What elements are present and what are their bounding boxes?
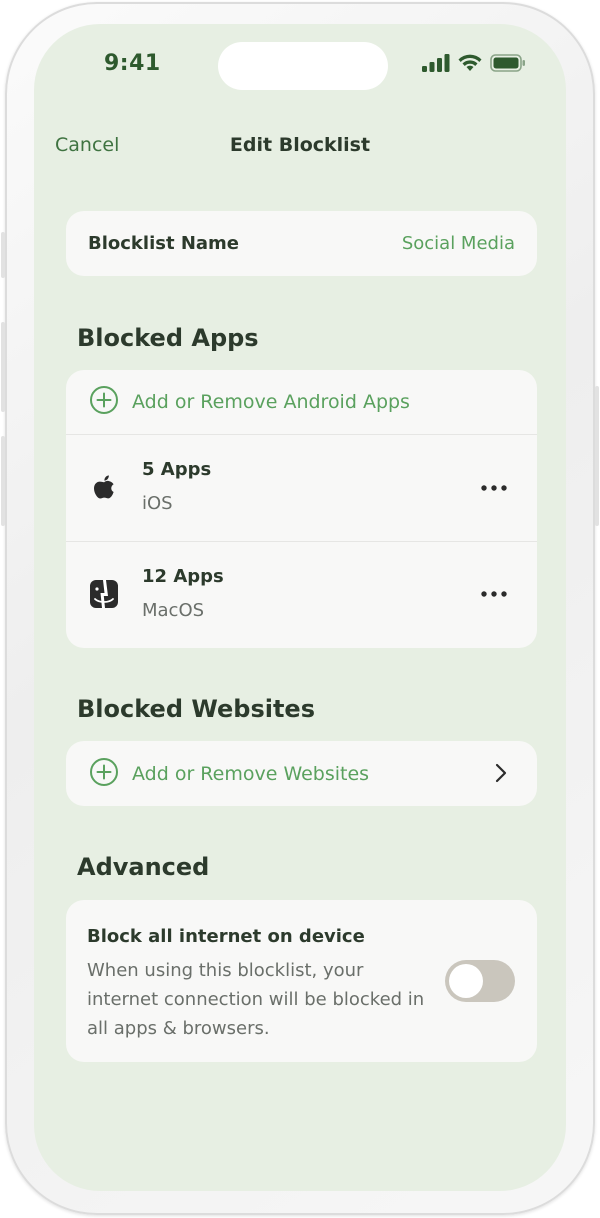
side-button xyxy=(1,232,5,278)
status-icons xyxy=(422,54,526,76)
volume-up-button xyxy=(1,322,5,412)
add-websites-label: Add or Remove Websites xyxy=(132,762,370,785)
blocked-websites-card: Add or Remove Websites xyxy=(66,741,537,806)
dynamic-island xyxy=(218,42,388,90)
add-circle-icon xyxy=(89,385,119,419)
add-websites-button[interactable]: Add or Remove Websites xyxy=(66,741,537,806)
add-circle-icon xyxy=(89,757,119,791)
app-screen: 9:41 Edit Blocklist Cancel Blocklist Nam… xyxy=(34,24,566,1191)
app-platform: iOS xyxy=(142,493,173,514)
app-count: 12 Apps xyxy=(142,566,224,587)
cellular-signal-icon xyxy=(422,54,450,76)
block-internet-description: When using this blocklist, your internet… xyxy=(87,960,425,1039)
app-group-row-macos[interactable]: 12 Apps MacOS xyxy=(66,542,537,648)
volume-down-button xyxy=(1,436,5,526)
app-platform: MacOS xyxy=(142,600,205,621)
more-options-button[interactable] xyxy=(479,579,509,609)
add-android-apps-label: Add or Remove Android Apps xyxy=(132,391,410,413)
blocklist-name-row[interactable]: Blocklist Name Social Media xyxy=(66,211,537,276)
cancel-button[interactable]: Cancel xyxy=(55,134,119,156)
app-group-row-ios[interactable]: 5 Apps iOS xyxy=(66,435,537,541)
toggle-knob xyxy=(449,964,483,998)
wifi-icon xyxy=(458,54,482,76)
chevron-right-icon xyxy=(495,763,507,787)
blocklist-name-value[interactable]: Social Media xyxy=(402,233,515,254)
apple-icon xyxy=(89,473,119,503)
power-button xyxy=(595,386,599,526)
more-options-button[interactable] xyxy=(479,473,509,503)
blocked-websites-heading: Blocked Websites xyxy=(77,695,315,723)
advanced-heading: Advanced xyxy=(77,853,210,881)
advanced-card: Block all internet on device When using … xyxy=(66,900,537,1062)
status-time: 9:41 xyxy=(104,51,161,76)
block-internet-title: Block all internet on device xyxy=(87,926,365,947)
battery-icon xyxy=(490,54,526,76)
block-internet-toggle[interactable] xyxy=(445,960,515,1002)
blocked-apps-card: Add or Remove Android Apps 5 Apps iOS 12… xyxy=(66,370,537,648)
finder-icon xyxy=(89,579,119,609)
app-count: 5 Apps xyxy=(142,459,212,480)
blocklist-name-label: Blocklist Name xyxy=(88,233,239,254)
add-android-apps-button[interactable]: Add or Remove Android Apps xyxy=(66,370,537,434)
blocked-apps-heading: Blocked Apps xyxy=(77,324,259,352)
